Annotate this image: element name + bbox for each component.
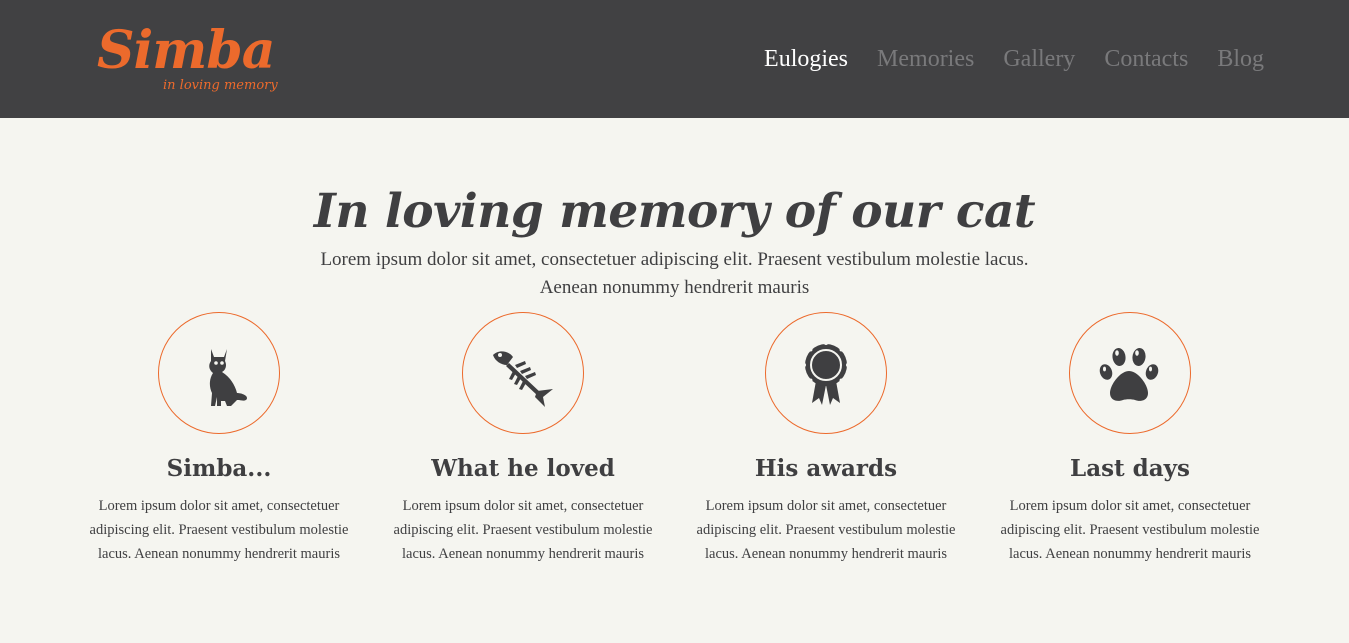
logo-name: Simba [97,20,275,81]
feature-what-he-loved: What he loved Lorem ipsum dolor sit amet… [373,312,673,566]
page-subtitle-line-1: Lorem ipsum dolor sit amet, consectetuer… [320,249,1029,270]
nav-item-memories[interactable]: Memories [877,44,974,76]
page-title: In loving memory of our cat [313,184,1036,239]
award-rosette-icon [802,341,850,405]
fish-bone-icon [493,351,553,407]
feature-title: His awards [754,455,898,482]
nav-item-gallery[interactable]: Gallery [1003,44,1075,76]
feature-last-days: Last days Lorem ipsum dolor sit amet, co… [980,312,1280,566]
feature-title: What he loved [431,455,615,482]
logo-tagline: in loving memory [163,78,278,93]
nav-item-blog[interactable]: Blog [1217,44,1264,76]
feature-text: Lorem ipsum dolor sit amet, consectetuer… [1000,498,1260,562]
feature-icon-circle [1069,312,1191,434]
feature-text: Lorem ipsum dolor sit amet, consectetuer… [393,498,653,562]
feature-simba: Simba... Lorem ipsum dolor sit amet, con… [69,312,369,566]
feature-text: Lorem ipsum dolor sit amet, consectetuer… [696,498,956,562]
feature-icon-circle [158,312,280,434]
feature-icon-circle [462,312,584,434]
page-subtitle-line-2: Aenean nonummy hendrerit mauris [539,277,810,298]
feature-icon-circle [765,312,887,434]
feature-title: Last days [1070,455,1190,482]
nav-item-eulogies[interactable]: Eulogies [764,44,848,76]
main-nav: Eulogies Memories Gallery Contacts Blog [764,44,1264,76]
cat-icon [209,349,247,406]
site-header: Simba in loving memory Eulogies Memories… [0,0,1349,118]
page-subtitle: Lorem ipsum dolor sit amet, consectetuer… [274,246,1075,302]
feature-text: Lorem ipsum dolor sit amet, consectetuer… [89,498,349,562]
paw-print-icon [1099,348,1159,401]
feature-his-awards: His awards Lorem ipsum dolor sit amet, c… [676,312,976,566]
feature-title: Simba... [166,455,272,482]
nav-item-contacts[interactable]: Contacts [1104,44,1188,76]
logo[interactable]: Simba in loving memory [97,20,287,100]
